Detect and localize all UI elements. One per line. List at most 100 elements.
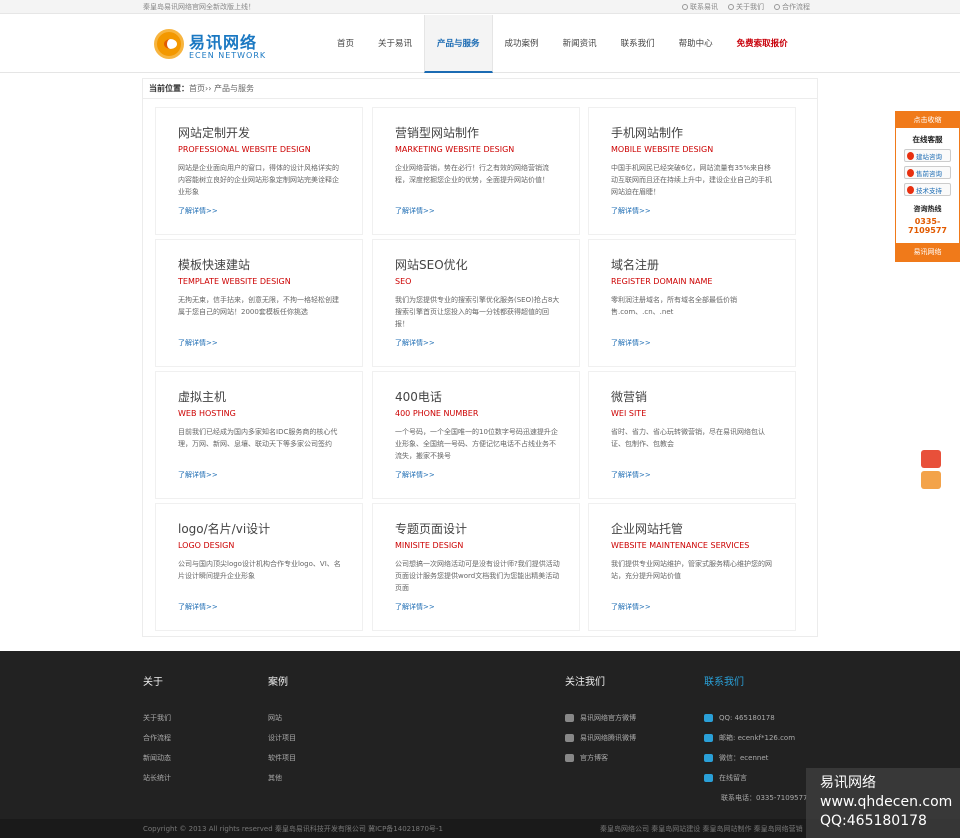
- card-title[interactable]: 营销型网站制作: [395, 124, 479, 141]
- more-link[interactable]: 了解详情>>: [611, 338, 651, 348]
- wechat-icon: [704, 754, 713, 762]
- footer-link[interactable]: 关于我们: [143, 713, 171, 723]
- more-link[interactable]: 了解详情>>: [611, 602, 651, 612]
- footer-keywords: 秦皇岛网络公司 秦皇岛网站建设 秦皇岛网站制作 秦皇岛网络营销: [600, 825, 803, 833]
- footer-link[interactable]: 合作流程: [143, 733, 171, 743]
- more-link[interactable]: 了解详情>>: [611, 470, 651, 480]
- nav-quote[interactable]: 免费索取报价: [725, 15, 800, 73]
- breadcrumb-path[interactable]: 首页›› 产品与服务: [189, 84, 254, 93]
- card-title[interactable]: 模板快速建站: [178, 256, 250, 273]
- card-description: 目前我们已经成为国内多家知名IDC服务商的核心代理，万网、新网、息壤、联动天下等…: [178, 428, 338, 448]
- footer-link[interactable]: 易讯网络官方微博: [580, 713, 636, 723]
- service-card: 专题页面设计 MINISITE DESIGN 公司想搞一次网络活动可是没有设计师?我…: [372, 503, 580, 631]
- card-title[interactable]: 专题页面设计: [395, 520, 467, 537]
- process-icon: [774, 4, 780, 10]
- more-link[interactable]: 了解详情>>: [178, 338, 218, 348]
- footer-link[interactable]: 网站: [268, 713, 282, 723]
- top-link-about[interactable]: 关于我们: [728, 2, 764, 12]
- card-subtitle: WEB HOSTING: [178, 409, 236, 418]
- service-card: 企业网站托管 WEBSITE MAINTENANCE SERVICES 我们提供专业…: [588, 503, 796, 631]
- collapse-button[interactable]: 点击收缩: [896, 112, 959, 128]
- card-description: 一个号码，一个全国唯一的10位数字号码迅速提升企业形象、全国统一号码、方便记忆电…: [395, 428, 558, 460]
- card-description: 公司与国内顶尖logo设计机构合作专业logo、VI、名片设计瞬间提升企业形象: [178, 560, 341, 580]
- nav-contact[interactable]: 联系我们: [609, 15, 667, 73]
- logo[interactable]: 易讯网络 ECEN NETWORK: [154, 27, 274, 63]
- message-icon: [704, 774, 713, 782]
- nav-about[interactable]: 关于易讯: [366, 15, 424, 73]
- watermark: 易讯网络 www.qhdecen.com QQ:465180178: [806, 768, 960, 838]
- more-link[interactable]: 了解详情>>: [395, 206, 435, 216]
- blog-icon: [565, 754, 574, 762]
- site-notice: 秦皇岛易讯网络官网全新改版上线！: [143, 3, 255, 11]
- service-card: 网站定制开发 PROFESSIONAL WEBSITE DESIGN 网站是企业面向…: [155, 107, 363, 235]
- nav-products[interactable]: 产品与服务: [424, 15, 493, 73]
- qq-icon: [704, 714, 713, 722]
- service-card: 网站SEO优化 SEO 我们为您提供专业的搜索引擎优化服务(SEO)抢占8大搜索引擎…: [372, 239, 580, 367]
- footer-link[interactable]: 软件项目: [268, 753, 296, 763]
- main-nav: 首页 关于易讯 产品与服务 成功案例 新闻资讯 联系我们 帮助中心 免费索取报价: [325, 15, 800, 73]
- card-title[interactable]: 网站SEO优化: [395, 256, 468, 273]
- card-description: 中国手机网民已经突破6亿，网站流量有35%来自移动互联网而且还在持续上升中，建设…: [611, 164, 772, 196]
- more-link[interactable]: 了解详情>>: [611, 206, 651, 216]
- online-service-panel: 点击收缩 在线客服 建站咨询 售前咨询 技术支持 咨询热线 0335-71095…: [895, 111, 960, 262]
- card-title[interactable]: 网站定制开发: [178, 124, 250, 141]
- top-link-process[interactable]: 合作流程: [774, 2, 810, 12]
- card-description: 网站是企业面向用户的窗口，得体的设计风格详实的内容能树立良好的企业网站形象定制网…: [178, 164, 339, 196]
- weibo-share-icon[interactable]: [921, 450, 941, 468]
- tencent-weibo-share-icon[interactable]: [921, 471, 941, 489]
- footer-link[interactable]: 官方博客: [580, 753, 608, 763]
- card-subtitle: REGISTER DOMAIN NAME: [611, 277, 713, 286]
- card-title[interactable]: 400电话: [395, 388, 442, 405]
- qq-button-support[interactable]: 技术支持: [904, 183, 951, 196]
- footer-link[interactable]: 站长统计: [143, 773, 171, 783]
- logo-text: 易讯网络: [189, 33, 258, 52]
- nav-help[interactable]: 帮助中心: [667, 15, 725, 73]
- footer-link[interactable]: 在线留言: [719, 773, 747, 783]
- qq-button-build[interactable]: 建站咨询: [904, 149, 951, 162]
- footer-link[interactable]: 设计项目: [268, 733, 296, 743]
- more-link[interactable]: 了解详情>>: [395, 470, 435, 480]
- more-link[interactable]: 了解详情>>: [395, 338, 435, 348]
- footer-cases: 案例 网站 设计项目 软件项目 其他: [268, 677, 296, 783]
- more-link[interactable]: 了解详情>>: [178, 206, 218, 216]
- contact-icon: [682, 4, 688, 10]
- more-link[interactable]: 了解详情>>: [395, 602, 435, 612]
- email-icon: [704, 734, 713, 742]
- more-link[interactable]: 了解详情>>: [178, 470, 218, 480]
- header: 易讯网络 ECEN NETWORK 首页 关于易讯 产品与服务 成功案例 新闻资…: [0, 15, 960, 73]
- card-title[interactable]: 企业网站托管: [611, 520, 683, 537]
- card-title[interactable]: 微营销: [611, 388, 647, 405]
- card-title[interactable]: logo/名片/vi设计: [178, 520, 270, 537]
- qq-icon: [907, 151, 914, 160]
- qq-icon: [907, 185, 914, 194]
- card-subtitle: MARKETING WEBSITE DESIGN: [395, 145, 515, 154]
- service-card: logo/名片/vi设计 LOGO DESIGN 公司与国内顶尖logo设计机构合作…: [155, 503, 363, 631]
- more-link[interactable]: 了解详情>>: [178, 602, 218, 612]
- hotline-label: 咨询热线: [913, 205, 942, 213]
- nav-cases[interactable]: 成功案例: [493, 15, 551, 73]
- card-subtitle: WEBSITE MAINTENANCE SERVICES: [611, 541, 750, 550]
- card-subtitle: PROFESSIONAL WEBSITE DESIGN: [178, 145, 311, 154]
- info-icon: [728, 4, 734, 10]
- card-title[interactable]: 域名注册: [611, 256, 659, 273]
- card-title[interactable]: 虚拟主机: [178, 388, 226, 405]
- card-description: 零利润注册域名，所有域名全部最低价销售.com、.cn、.net: [611, 296, 737, 316]
- nav-news[interactable]: 新闻资讯: [551, 15, 609, 73]
- card-description: 无拘无束，信手拈来，创意无限，不拘一格轻松创建属于您自己的网站！2000套模板任…: [178, 296, 339, 316]
- footer-link[interactable]: 新闻动态: [143, 753, 171, 763]
- qq-icon: [907, 168, 914, 177]
- panel-footer: 易讯网络: [896, 243, 959, 261]
- top-link-contact[interactable]: 联系易讯: [682, 2, 718, 12]
- card-description: 企业网络营销，势在必行！行之有效的网络营销流程，深度挖掘您企业的优势，全面提升网…: [395, 164, 549, 184]
- service-card: 虚拟主机 WEB HOSTING 目前我们已经成为国内多家知名IDC服务商的核心代理…: [155, 371, 363, 499]
- footer-link[interactable]: 易讯网络腾讯微博: [580, 733, 636, 743]
- qq-button-presale[interactable]: 售前咨询: [904, 166, 951, 179]
- card-title[interactable]: 手机网站制作: [611, 124, 683, 141]
- nav-home[interactable]: 首页: [325, 15, 366, 73]
- service-card: 域名注册 REGISTER DOMAIN NAME 零利润注册域名，所有域名全部最低…: [588, 239, 796, 367]
- card-description: 公司想搞一次网络活动可是没有设计师?我们提供活动页面设计服务您提供word文档我…: [395, 560, 560, 592]
- logo-swirl-icon: [154, 29, 184, 59]
- service-card: 400电话 400 PHONE NUMBER 一个号码，一个全国唯一的10位数字号码…: [372, 371, 580, 499]
- footer-link[interactable]: 其他: [268, 773, 282, 783]
- content-box: 当前位置：首页›› 产品与服务 网站定制开发 PROFESSIONAL WEBSI…: [142, 78, 818, 637]
